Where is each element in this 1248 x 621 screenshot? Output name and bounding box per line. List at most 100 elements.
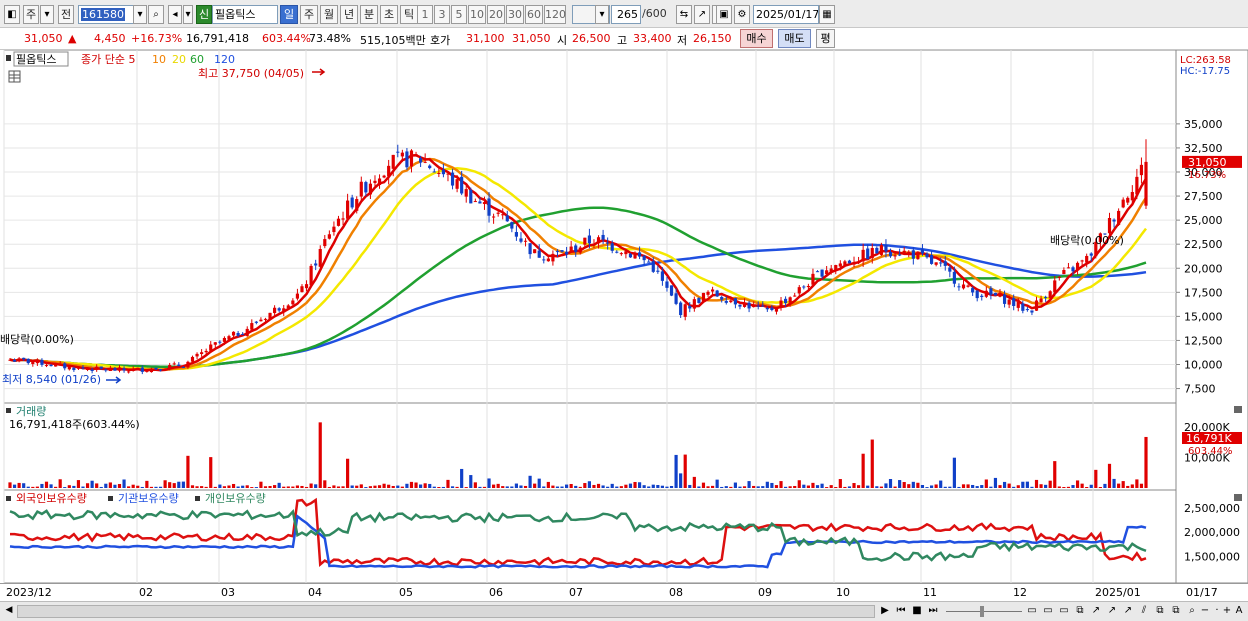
forward-icon[interactable]: ⏭ <box>926 604 940 619</box>
gear-icon[interactable]: ⚙ <box>734 5 750 24</box>
font-size-icon[interactable]: A <box>1234 604 1244 619</box>
rewind-icon[interactable]: ⏮ <box>894 604 908 619</box>
volume-bar <box>546 481 550 488</box>
candle-body <box>793 295 797 297</box>
candle-body <box>428 165 432 169</box>
candle-body <box>391 154 395 169</box>
candle-body <box>58 363 62 365</box>
sell-button[interactable]: 매도 <box>778 29 811 48</box>
candle-body <box>222 337 227 342</box>
period-tab-3[interactable]: 년 <box>340 5 358 24</box>
trend-tool-icon[interactable]: ↗ <box>1122 604 1134 619</box>
volume-bar <box>22 483 26 488</box>
volume-bar <box>989 486 993 488</box>
stop-icon[interactable]: ■ <box>910 604 924 619</box>
zoom-reset-icon[interactable]: · <box>1212 604 1222 619</box>
count-input[interactable]: 265 <box>611 5 641 24</box>
scroll-right-icon[interactable]: ▶ <box>878 604 892 619</box>
candle-body <box>181 366 185 368</box>
period-tab-2[interactable]: 월 <box>320 5 338 24</box>
period-prefix-button[interactable]: 주 <box>23 5 39 24</box>
candle-body <box>282 308 286 313</box>
scroll-track[interactable] <box>17 605 875 618</box>
candle-body <box>332 226 336 233</box>
interval-tab-1[interactable]: 1 <box>417 5 433 24</box>
speaker-dropdown-icon[interactable]: ▾ <box>183 5 193 24</box>
ray-tool-icon[interactable]: ↗ <box>1106 604 1118 619</box>
scroll-left-icon[interactable]: ◀ <box>3 604 15 619</box>
volume-bar <box>948 486 952 488</box>
volume-bar <box>975 486 979 488</box>
stock-code-input[interactable]: 161580 <box>78 5 134 24</box>
interval-tab-3[interactable]: 3 <box>434 5 450 24</box>
quote-change: 4,450 <box>94 32 126 45</box>
buy-button[interactable]: 매수 <box>740 29 773 48</box>
layout-icon-4[interactable]: ⧉ <box>1074 604 1086 619</box>
interval-dropdown-icon[interactable]: ▾ <box>595 5 609 24</box>
interval-tab-60[interactable]: 60 <box>525 5 543 24</box>
period-tab-4[interactable]: 분 <box>360 5 378 24</box>
volume-bar <box>884 483 888 488</box>
volume-bar <box>241 485 245 488</box>
layout-icon-3[interactable]: ▭ <box>1058 604 1070 619</box>
volume-bar <box>637 482 642 488</box>
interval-tab-5[interactable]: 5 <box>451 5 467 24</box>
copy-icon[interactable]: ⧉ <box>1154 604 1166 619</box>
line-tool-icon[interactable]: ↗ <box>1090 604 1102 619</box>
candle-body <box>665 281 669 288</box>
volume-bar <box>314 484 318 488</box>
candle-body <box>341 218 345 220</box>
volume-bar <box>446 479 450 488</box>
candle-body <box>291 300 295 305</box>
volume-bar <box>441 486 446 488</box>
calendar-icon[interactable]: ▦ <box>819 5 835 24</box>
date-tick: 02 <box>139 586 153 599</box>
stock-name-field[interactable]: 필옵틱스 <box>212 5 278 24</box>
period-tab-0[interactable]: 일 <box>280 5 298 24</box>
last-pct-label: 16.73% <box>1188 170 1226 181</box>
layout-icon-1[interactable]: ▭ <box>1026 604 1038 619</box>
volume-bar <box>628 483 633 488</box>
volume-bar <box>1034 479 1039 488</box>
code-dropdown-icon[interactable]: ▾ <box>133 5 147 24</box>
compare-icon[interactable]: ⇆ <box>676 5 692 24</box>
speaker-icon[interactable]: ◂ <box>168 5 182 24</box>
volume-bar <box>615 486 619 488</box>
avg-button[interactable]: 평 <box>816 29 835 48</box>
zoom-slider[interactable] <box>946 611 1022 612</box>
candle-body <box>67 366 71 370</box>
interval-tab-20[interactable]: 20 <box>487 5 505 24</box>
bid2-value: 31,050 <box>512 32 551 45</box>
chevron-down-icon[interactable]: ▾ <box>40 5 54 24</box>
volume-bar <box>245 485 249 488</box>
zoom-out-icon[interactable]: − <box>1200 604 1210 619</box>
layout-icon-2[interactable]: ▭ <box>1042 604 1054 619</box>
candle-body <box>387 165 391 177</box>
period-tab-5[interactable]: 초 <box>380 5 398 24</box>
prev-button[interactable]: 전 <box>58 5 74 24</box>
chart-svg[interactable]: 35,00032,50030,00027,50025,00022,50020,0… <box>0 50 1248 601</box>
chart-type-icon[interactable]: ◧ <box>4 5 20 24</box>
candle-body <box>519 238 523 242</box>
volume-bar <box>1039 484 1043 488</box>
save-icon[interactable]: ▣ <box>716 5 732 24</box>
interval-tab-120[interactable]: 120 <box>544 5 566 24</box>
period-tab-6[interactable]: 틱 <box>400 5 418 24</box>
date-input[interactable]: 2025/01/17 <box>753 5 819 24</box>
zoom-in-icon[interactable]: + <box>1222 604 1232 619</box>
candle-body <box>186 361 190 368</box>
zoom-thumb[interactable] <box>980 606 984 617</box>
paste-icon[interactable]: ⧉ <box>1170 604 1182 619</box>
tools-icon[interactable]: ↗ <box>694 5 710 24</box>
chart-area[interactable]: 35,000 32,500 30,000 27,500 25,000 22,500 20,0… <box>0 50 1248 601</box>
interval-tab-10[interactable]: 10 <box>468 5 486 24</box>
interval-tab-30[interactable]: 30 <box>506 5 524 24</box>
candle-body <box>72 367 76 371</box>
fib-tool-icon[interactable]: ⫽ <box>1138 604 1150 619</box>
volume-bar <box>1007 483 1011 488</box>
search-icon[interactable]: ⌕ <box>148 5 164 24</box>
volume-bar <box>259 481 263 488</box>
candle-body <box>583 237 587 245</box>
magnifier-icon[interactable]: ⌕ <box>1186 604 1198 619</box>
period-tab-1[interactable]: 주 <box>300 5 318 24</box>
